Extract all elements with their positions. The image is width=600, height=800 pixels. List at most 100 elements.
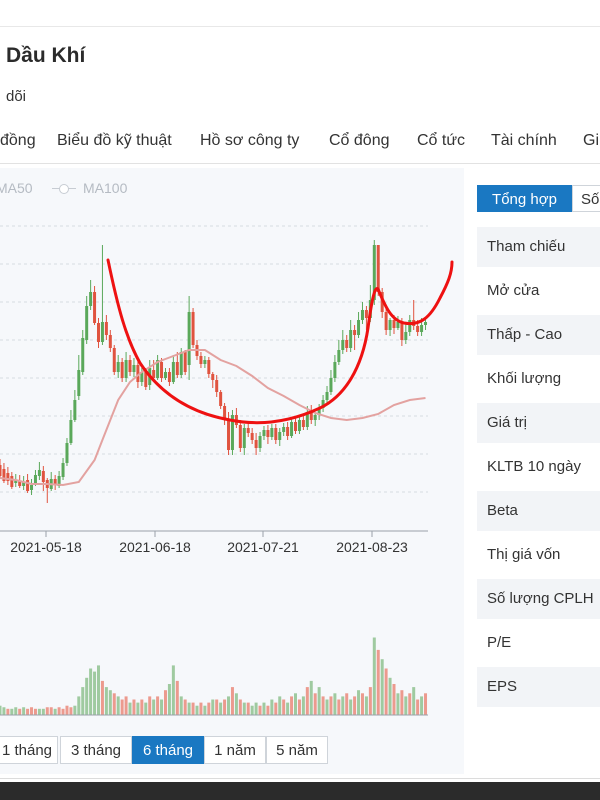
candle-body [69,420,73,443]
row-avg-volume-10d: KLTB 10 ngày [487,458,581,475]
volume-bar [171,665,175,715]
period-5-years-button[interactable]: 5 năm [266,736,328,764]
volume-bar [286,702,290,715]
volume-bar [2,707,6,715]
candle-body [416,326,420,332]
candle-body [400,322,404,340]
volume-bar [219,702,223,715]
candle-body [203,360,207,364]
volume-bar [41,708,45,715]
volume-bar [372,637,376,715]
volume-bar [0,705,2,715]
follow-label[interactable]: dõi [6,88,26,105]
volume-bar [408,693,412,715]
volume-bar [392,684,396,715]
tab-numbers[interactable]: Số [572,185,600,212]
tab-shareholders[interactable]: Cổ đông [329,132,390,150]
volume-bar [325,699,329,715]
candle-body [262,430,266,436]
volume-bar [144,702,148,715]
candle-body [120,362,124,378]
volume-bar [65,705,69,715]
volume-bar [18,708,22,715]
candle-body [258,436,262,448]
volume-bar [353,696,357,715]
row-eps: EPS [477,667,600,707]
row-market-cap: Thị giá vốn [487,546,561,563]
row-low-high: Thấp - Cao [477,315,600,355]
volume-bar [14,707,18,715]
candle-body [33,475,37,484]
volume-bar [104,687,108,715]
volume-bar [179,696,183,715]
volume-bar [132,699,136,715]
period-1-month-button[interactable]: 1 tháng [0,736,58,764]
volume-bar [116,696,120,715]
tab-technical-chart[interactable]: Biểu đồ kỹ thuật [57,132,172,150]
candle-body [270,428,274,437]
volume-bar [400,690,404,715]
volume-bar [93,671,97,715]
volume-bar [364,696,368,715]
volume-bar [309,680,313,715]
volume-bar [254,702,258,715]
candle-body [191,312,195,345]
volume-bar [384,668,388,715]
volume-bar [199,702,203,715]
bottom-dark-bar [0,782,600,800]
candle-body [0,465,2,476]
tab-dividends[interactable]: Cổ tức [417,132,465,150]
volume-bar [61,708,65,715]
candle-body [41,471,45,482]
candle-body [183,352,187,372]
candle-body [282,427,286,432]
candle-body [65,443,69,463]
candle-body [294,422,297,431]
tab-price-history[interactable]: đồng [0,132,36,150]
period-3-months-button[interactable]: 3 tháng [60,736,132,764]
candle-body [384,312,388,330]
candle-body [333,362,337,378]
volume-bar [167,684,171,715]
candle-body [26,480,30,491]
volume-bar [112,693,116,715]
volume-bar [230,687,234,715]
volume-bar [305,687,309,715]
price-chart[interactable]: 2021-05-18 2021-06-18 2021-07-21 2021-08-23 [0,168,464,728]
volume-bar [26,708,30,715]
tab-financials[interactable]: Tài chính [491,132,557,150]
candle-body [128,360,132,372]
volume-bar [357,690,361,715]
footer-divider [0,778,600,779]
volume-bar [376,649,380,715]
volume-bar [77,696,81,715]
volume-bar [108,690,112,715]
candle-body [250,433,254,440]
candle-body [104,322,108,335]
candle-body [364,310,368,318]
volume-bar [203,705,207,715]
period-6-months-button[interactable]: 6 tháng [132,736,204,764]
volume-bar [368,687,372,715]
candle-body [30,485,34,490]
tab-company-profile[interactable]: Hồ sơ công ty [200,132,299,150]
x-tick-label: 2021-06-18 [119,539,191,555]
candle-body [112,348,116,372]
candle-body [100,322,104,342]
candle-body [37,470,41,476]
hand-drawn-cup-annotation [106,258,454,425]
candle-body [219,392,223,406]
x-axis-ticks: 2021-05-18 2021-06-18 2021-07-21 2021-08-23 [10,531,408,555]
candle-body [116,362,120,372]
volume-bar [329,696,333,715]
candle-body [61,463,65,477]
volume-bar [404,696,408,715]
tab-more[interactable]: Gi [583,132,599,150]
volume-bar [163,690,167,715]
candle-body [211,374,215,380]
volume-bar [270,699,274,715]
candle-body [357,320,361,335]
volume-bar [234,693,238,715]
period-1-year-button[interactable]: 1 năm [204,736,266,764]
tab-summary[interactable]: Tổng hợp [477,185,572,212]
